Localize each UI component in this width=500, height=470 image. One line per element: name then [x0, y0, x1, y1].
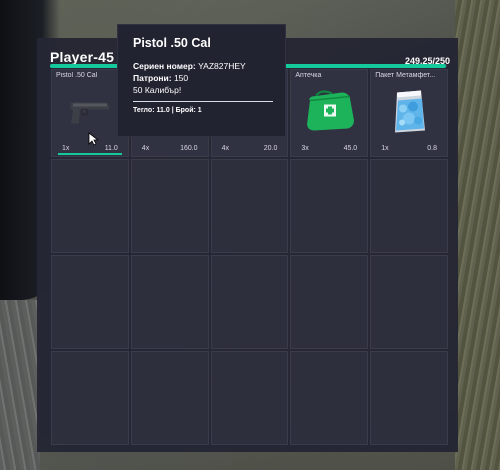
- inventory-slot-14[interactable]: [290, 255, 369, 349]
- slot-quantity: 1x: [62, 145, 70, 152]
- inventory-slot-19[interactable]: [290, 351, 369, 445]
- tooltip-ammo: Патрони: 150: [133, 72, 270, 84]
- inventory-slot-12[interactable]: [130, 255, 209, 349]
- tooltip-count-label: Брой:: [175, 107, 196, 114]
- tooltip-separator: |: [171, 107, 174, 114]
- inventory-slot-4[interactable]: Аптечка 3x 45.0: [290, 69, 369, 157]
- inventory-slot-9[interactable]: [290, 159, 369, 253]
- slot-label: Аптечка: [295, 72, 322, 79]
- inventory-slot-18[interactable]: [210, 351, 289, 445]
- meth-bag-icon: [389, 89, 429, 140]
- slot-quantity: 1x: [381, 145, 389, 152]
- inventory-slot-11[interactable]: [51, 255, 129, 349]
- slot-weight: 160.0: [180, 145, 198, 152]
- slot-label: Pistol .50 Cal: [56, 72, 98, 79]
- tooltip-caliber: 50 Калибър!: [133, 85, 182, 95]
- inventory-slot-17[interactable]: [130, 351, 209, 445]
- inventory-slot-16[interactable]: [51, 351, 129, 445]
- tooltip-divider: [133, 101, 273, 102]
- tooltip-count-value: 1: [197, 107, 202, 114]
- slot-quantity: 3x: [301, 145, 309, 152]
- slot-quantity: 4x: [221, 145, 229, 152]
- background-grass: [455, 0, 500, 470]
- tooltip-serial-label: Сериен номер:: [133, 61, 196, 71]
- tooltip-ammo-value: 150: [173, 73, 189, 83]
- tooltip-weight-label: Тегло:: [133, 107, 155, 114]
- tooltip-title: Pistol .50 Cal: [133, 36, 211, 50]
- slot-quantity: 4x: [141, 145, 150, 152]
- inventory-slot-20[interactable]: [370, 351, 448, 445]
- slot-weight: 11.0: [104, 145, 118, 152]
- pistol-icon: [67, 97, 113, 132]
- slot-label: Пакет Метамфет...: [375, 72, 436, 79]
- slot-weight: 20.0: [263, 145, 278, 152]
- inventory-slot-15[interactable]: [370, 255, 448, 349]
- tooltip-ammo-label: Патрони:: [133, 73, 172, 83]
- medkit-icon: [302, 90, 356, 138]
- inventory-slot-10[interactable]: [370, 159, 448, 253]
- background-road: [0, 300, 40, 470]
- tooltip-weight-value: 11.0: [156, 107, 170, 114]
- mouse-cursor-icon: [88, 132, 100, 151]
- inventory-slot-6[interactable]: [51, 159, 129, 253]
- item-tooltip: Pistol .50 Cal Сериен номер: YAZ827HEY П…: [117, 24, 286, 137]
- player-name: Player-45: [50, 49, 115, 65]
- tooltip-serial: Сериен номер: YAZ827HEY: [133, 60, 270, 72]
- inventory-slot-7[interactable]: [130, 159, 209, 253]
- slot-weight: 45.0: [343, 145, 358, 152]
- inventory-slot-13[interactable]: [210, 255, 289, 349]
- tooltip-footer: Тегло: 11.0 | Брой: 1: [133, 107, 270, 114]
- inventory-slot-5[interactable]: Пакет Метамфет... 1x 0.8: [370, 69, 448, 157]
- slot-weight: 0.8: [427, 145, 437, 152]
- slot-durability-bar: [58, 153, 122, 155]
- inventory-slot-8[interactable]: [210, 159, 289, 253]
- tooltip-serial-value: YAZ827HEY: [198, 61, 246, 71]
